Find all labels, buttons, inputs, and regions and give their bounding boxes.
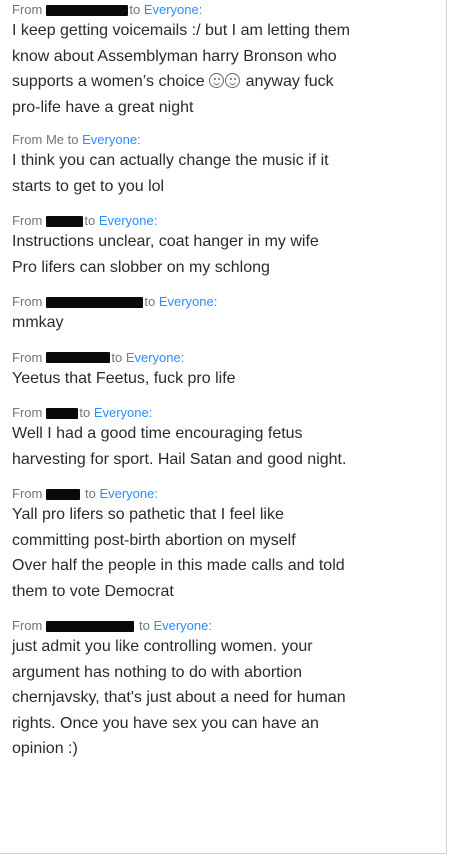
recipient-everyone-link[interactable]: Everyone: (144, 2, 203, 18)
recipient-everyone-link[interactable]: Everyone: (94, 405, 153, 421)
recipient-everyone-link[interactable]: Everyone: (153, 618, 212, 634)
recipient-everyone-link[interactable]: Everyone: (159, 294, 218, 310)
message-body: Yall pro lifers so pathetic that I feel … (12, 502, 446, 604)
to-label: to (67, 132, 79, 147)
message-line: harvesting for sport. Hail Satan and goo… (12, 450, 347, 468)
message-line: I think you can actually change the musi… (12, 152, 329, 169)
chat-message: From to Everyone: Yeetus that Feetus, fu… (12, 350, 446, 392)
from-label: From (12, 132, 43, 147)
message-body: Well I had a good time encouraging fetus… (12, 421, 446, 472)
message-body: mmkay (12, 310, 446, 336)
chat-message: From Me to Everyone: I think you can act… (12, 132, 446, 199)
message-line: Instructions unclear, coat hanger in my … (12, 233, 319, 250)
message-line: opinion :) (12, 740, 78, 757)
smiling-face-icon (209, 73, 225, 88)
message-line: committing post-birth abortion on myself (12, 531, 296, 549)
message-line: supports a women’s choice anyway fuck (12, 69, 446, 95)
to-label: to (79, 405, 91, 420)
message-header: From to Everyone: (12, 2, 446, 18)
message-header: From to Everyone: (12, 213, 446, 229)
message-text: supports a women’s choice (12, 73, 205, 90)
chat-message: From to Everyone: Well I had a good time… (12, 405, 446, 472)
chat-message: From to Everyone: mmkay (12, 294, 446, 336)
from-label: From (12, 213, 43, 228)
message-line: them to vote Democrat (12, 582, 174, 600)
message-body: Yeetus that Feetus, fuck pro life (12, 366, 446, 392)
recipient-everyone-link[interactable]: Everyone: (99, 486, 158, 502)
chat-panel: From to Everyone: I keep getting voicema… (0, 0, 447, 854)
message-line: just admit you like controlling women. y… (12, 638, 313, 655)
from-label: From (12, 349, 43, 365)
redacted-sender-name (46, 215, 84, 227)
from-label: From (12, 2, 43, 17)
redacted-sender-name (46, 4, 129, 16)
redacted-sender-name (46, 296, 144, 308)
message-line: chernjavsky, that's just about a need fo… (12, 689, 346, 706)
message-header: From to Everyone: (12, 486, 446, 502)
chat-message: From to Everyone: I keep getting voicema… (12, 2, 446, 120)
message-header: From to Everyone: (12, 350, 446, 366)
chat-message: From to Everyone: Instructions unclear, … (12, 213, 446, 280)
message-line: argument has nothing to do with abortion (12, 663, 302, 681)
from-label: From (12, 486, 43, 501)
from-label: From (12, 405, 43, 420)
from-label: From (12, 618, 43, 633)
redacted-sender-name (46, 620, 135, 632)
message-line: Yall pro lifers so pathetic that I feel … (12, 506, 284, 523)
sender-name: Me (45, 132, 65, 147)
chat-message: From to Everyone: Yall pro lifers so pat… (12, 486, 446, 604)
message-header: From to Everyone: (12, 618, 446, 634)
message-line: mmkay (12, 314, 64, 331)
redacted-sender-name (46, 407, 79, 419)
message-line: starts to get to you lol (12, 177, 165, 195)
recipient-everyone-link[interactable]: Everyone: (82, 132, 141, 148)
to-label: to (144, 294, 156, 309)
to-label: to (138, 618, 150, 633)
message-line: pro-life have a great night (12, 98, 194, 116)
message-body: I think you can actually change the musi… (12, 148, 446, 199)
to-label: to (84, 213, 96, 228)
message-line: Yeetus that Feetus, fuck pro life (12, 369, 236, 387)
message-line: Well I had a good time encouraging fetus (12, 425, 303, 442)
to-label: to (129, 2, 141, 17)
message-header: From to Everyone: (12, 294, 446, 310)
message-header: From to Everyone: (12, 405, 446, 421)
message-body: I keep getting voicemails :/ but I am le… (12, 18, 446, 120)
message-text: anyway fuck (241, 73, 334, 90)
smiling-face-icon (225, 73, 241, 88)
redacted-sender-name (46, 488, 81, 500)
to-label: to (111, 349, 123, 365)
message-line: Over half the people in this made calls … (12, 557, 345, 574)
to-label: to (84, 486, 96, 501)
message-body: just admit you like controlling women. y… (12, 634, 446, 762)
message-line: I keep getting voicemails :/ but I am le… (12, 22, 350, 39)
redacted-sender-name (46, 352, 111, 363)
recipient-everyone-link[interactable]: Everyone: (99, 213, 158, 229)
from-label: From (12, 294, 43, 309)
message-body: Instructions unclear, coat hanger in my … (12, 229, 446, 280)
message-line: rights. Once you have sex you can have a… (12, 714, 319, 732)
message-header: From Me to Everyone: (12, 132, 446, 148)
recipient-everyone-link[interactable]: Everyone: (126, 350, 185, 366)
message-line: know about Assemblyman harry Bronson who (12, 47, 337, 65)
chat-message: From to Everyone: just admit you like co… (12, 618, 446, 762)
message-line: Pro lifers can slobber on my schlong (12, 258, 270, 276)
